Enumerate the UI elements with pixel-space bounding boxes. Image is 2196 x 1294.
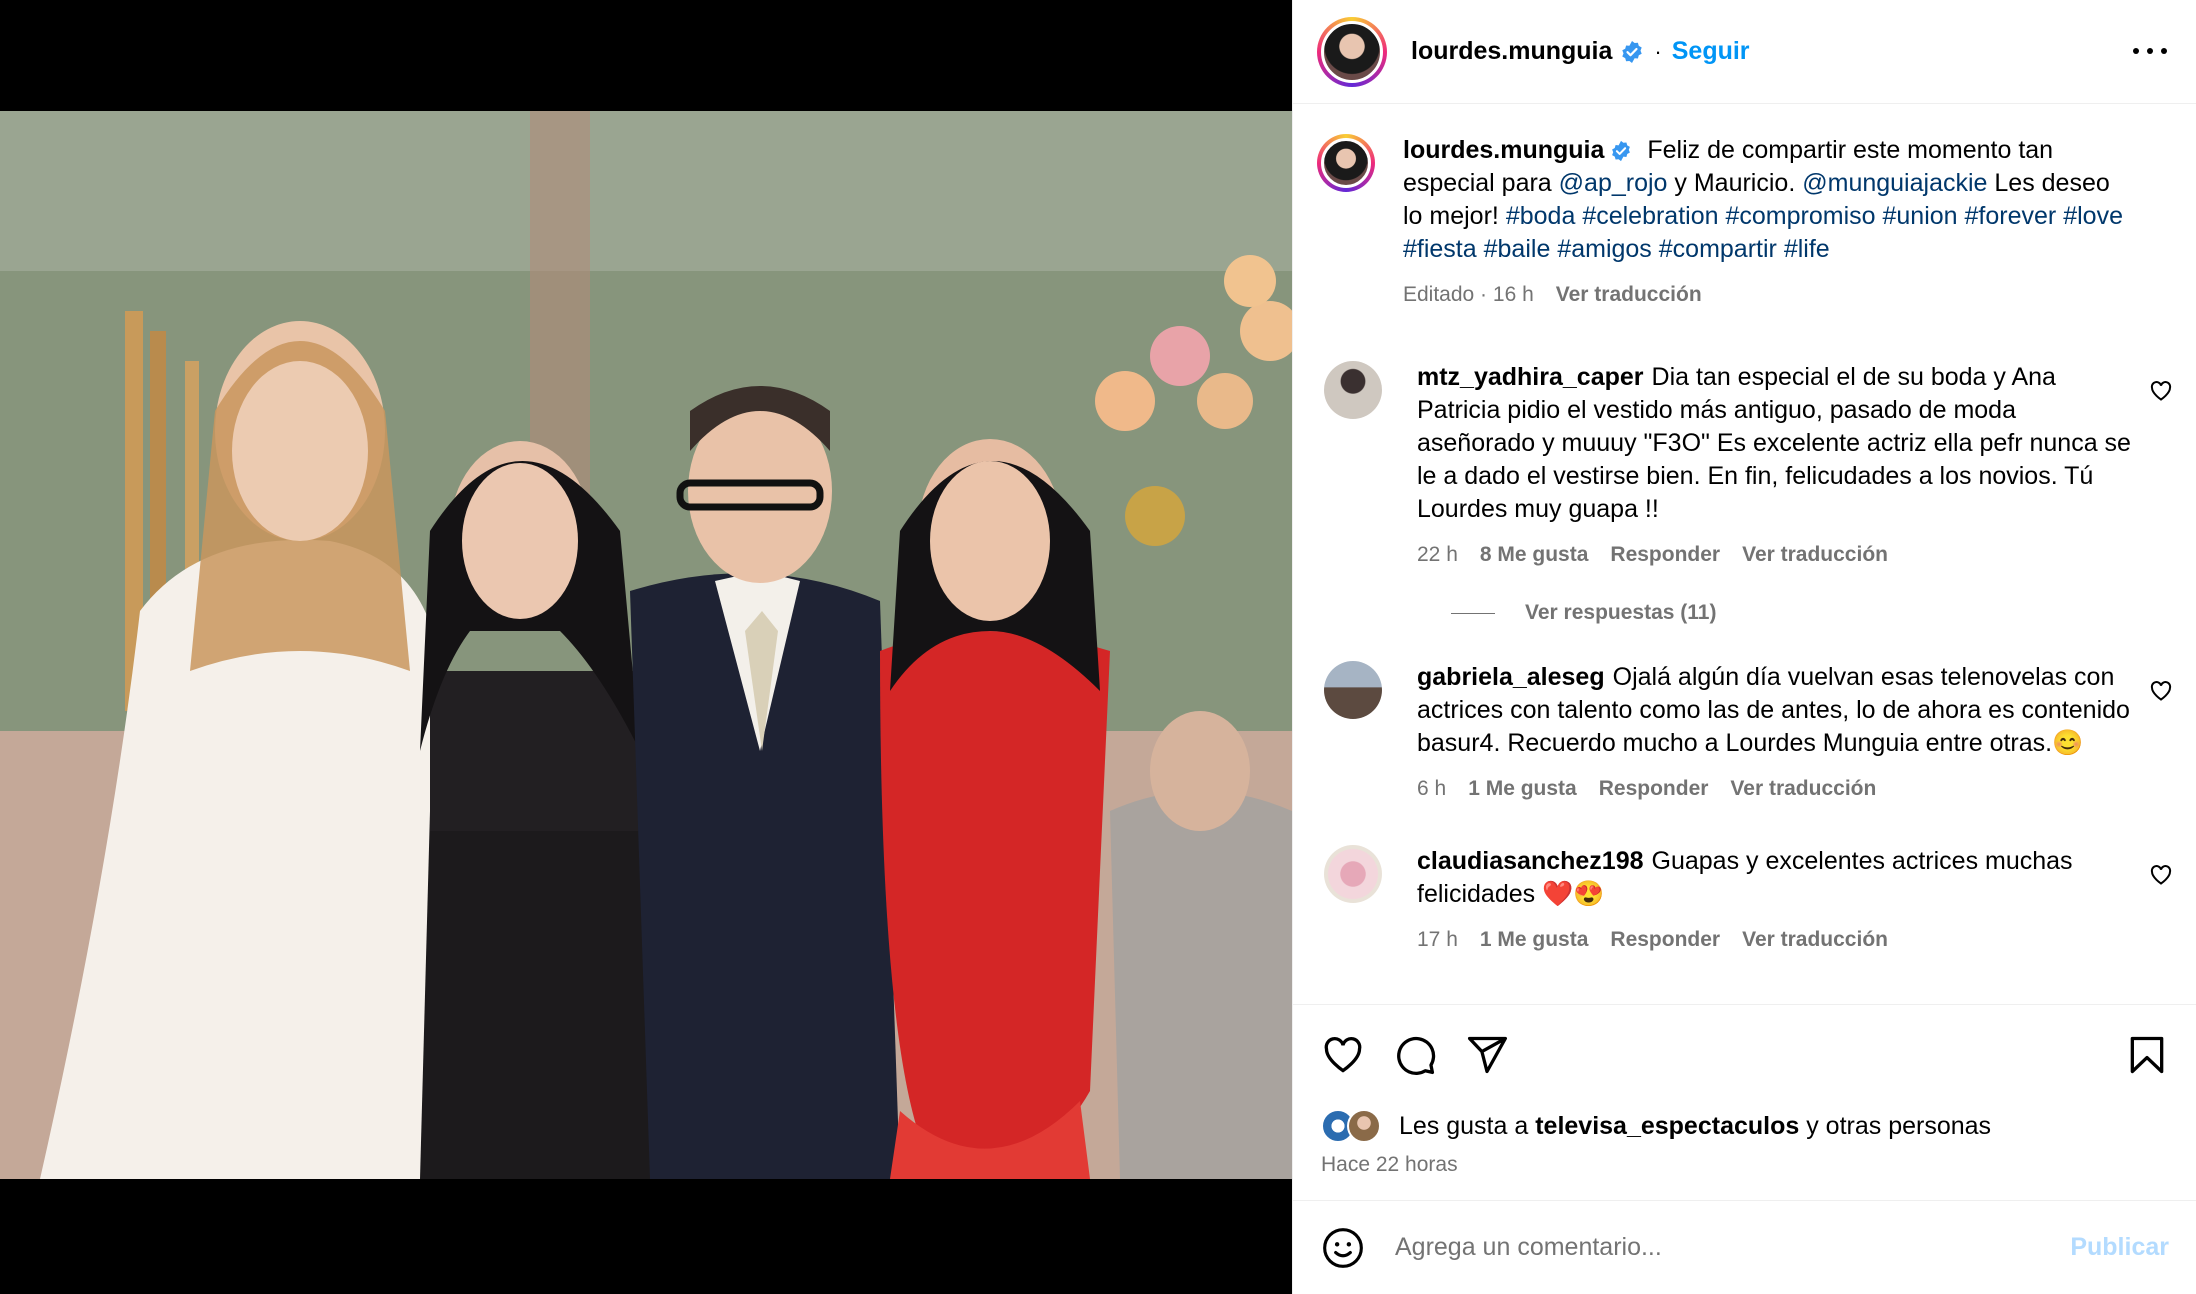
caption-username[interactable]: lourdes.munguia <box>1403 136 1604 164</box>
verified-badge-icon <box>1610 140 1632 162</box>
translate-link[interactable]: Ver traducción <box>1730 772 1876 805</box>
bookmark-icon[interactable] <box>2125 1033 2169 1077</box>
post-photo[interactable] <box>0 111 1292 1179</box>
likes-suffix[interactable]: y otras personas <box>1806 1112 1991 1141</box>
media-viewer <box>0 0 1292 1294</box>
comment-likes[interactable]: 1 Me gusta <box>1480 923 1589 956</box>
reply-button[interactable]: Responder <box>1610 923 1720 956</box>
post-timestamp: Hace 22 horas <box>1321 1153 1458 1176</box>
comment-time: 6 h <box>1417 777 1447 800</box>
caption-timestamp: Editado · 16 h <box>1403 283 1534 306</box>
view-replies-button[interactable]: Ver respuestas (11) <box>1451 601 2173 625</box>
commenter-username[interactable]: mtz_yadhira_caper <box>1417 363 1644 391</box>
commenter-avatar[interactable] <box>1324 845 1382 903</box>
hashtag-link[interactable]: #fiesta <box>1403 235 1477 263</box>
comment-input[interactable] <box>1395 1233 2035 1262</box>
add-comment-bar: Publicar <box>1293 1200 2196 1294</box>
post-actions: Les gusta a televisa_espectaculos y otra… <box>1293 1004 2196 1200</box>
comment: gabriela_aleseg Ojalá algún día vuelvan e… <box>1317 661 2173 805</box>
comment-heart-icon[interactable] <box>2149 379 2173 403</box>
comment-icon[interactable] <box>1393 1033 1437 1077</box>
publish-button[interactable]: Publicar <box>2070 1233 2169 1262</box>
comment-time: 22 h <box>1417 543 1458 566</box>
hashtag-link[interactable]: #life <box>1784 235 1830 263</box>
reply-button[interactable]: Responder <box>1599 772 1709 805</box>
hashtag-link[interactable]: #amigos <box>1557 235 1652 263</box>
comment: claudiasanchez198 Guapas y excelentes act… <box>1317 845 2173 956</box>
smiley-icon[interactable] <box>1321 1226 1365 1270</box>
comment-time: 17 h <box>1417 928 1458 951</box>
mention-link[interactable]: @ap_rojo <box>1559 169 1668 197</box>
hashtag-link[interactable]: #compartir <box>1659 235 1777 263</box>
translate-link[interactable]: Ver traducción <box>1742 923 1888 956</box>
caption: lourdes.munguia Feliz de compartir este … <box>1317 134 2173 311</box>
likes-summary[interactable]: Les gusta a televisa_espectaculos y otra… <box>1321 1109 1991 1143</box>
translate-link[interactable]: Ver traducción <box>1556 278 1702 311</box>
hashtag-link[interactable]: #forever <box>1965 202 2057 230</box>
comment-likes[interactable]: 1 Me gusta <box>1468 772 1577 805</box>
caption-text: y Mauricio. <box>1674 169 1796 197</box>
view-replies-label: Ver respuestas (11) <box>1525 601 1717 624</box>
comment: mtz_yadhira_caper Dia tan especial el de … <box>1317 361 2173 571</box>
separator-dot: · <box>1654 38 1662 64</box>
author-username[interactable]: lourdes.munguia <box>1411 37 1612 66</box>
comments-list[interactable]: lourdes.munguia Feliz de compartir este … <box>1293 104 2196 1004</box>
mention-link[interactable]: @munguiajackie <box>1802 169 1987 197</box>
hashtag-link[interactable]: #baile <box>1484 235 1551 263</box>
author-avatar[interactable] <box>1317 16 1387 87</box>
heart-icon[interactable] <box>1321 1033 1365 1077</box>
translate-link[interactable]: Ver traducción <box>1742 538 1888 571</box>
commenter-username[interactable]: claudiasanchez198 <box>1417 847 1644 875</box>
hashtag-link[interactable]: #compromiso <box>1725 202 1875 230</box>
commenter-username[interactable]: gabriela_aleseg <box>1417 663 1605 691</box>
post-sidebar: lourdes.munguia · Seguir lourdes.munguia… <box>1292 0 2196 1294</box>
caption-avatar[interactable] <box>1317 134 1375 192</box>
post-image-illustration <box>0 111 1292 1179</box>
hashtag-link[interactable]: #celebration <box>1582 202 1718 230</box>
hashtag-link[interactable]: #union <box>1883 202 1958 230</box>
liker-username[interactable]: televisa_espectaculos <box>1535 1112 1799 1141</box>
verified-badge-icon <box>1620 40 1644 64</box>
liker-avatars <box>1321 1109 1389 1143</box>
replies-divider <box>1451 612 1495 614</box>
follow-button[interactable]: Seguir <box>1672 37 1750 66</box>
likes-prefix: Les gusta a <box>1399 1111 1529 1140</box>
post-header: lourdes.munguia · Seguir <box>1293 0 2196 104</box>
commenter-avatar[interactable] <box>1324 361 1382 419</box>
paper-plane-icon[interactable] <box>1465 1033 1509 1077</box>
comment-heart-icon[interactable] <box>2149 679 2173 703</box>
hashtag-link[interactable]: #love <box>2063 202 2123 230</box>
commenter-avatar[interactable] <box>1324 661 1382 719</box>
comment-likes[interactable]: 8 Me gusta <box>1480 538 1589 571</box>
reply-button[interactable]: Responder <box>1610 538 1720 571</box>
comment-heart-icon[interactable] <box>2149 863 2173 887</box>
hashtag-link[interactable]: #boda <box>1506 202 1576 230</box>
more-options-icon[interactable] <box>2133 36 2167 66</box>
